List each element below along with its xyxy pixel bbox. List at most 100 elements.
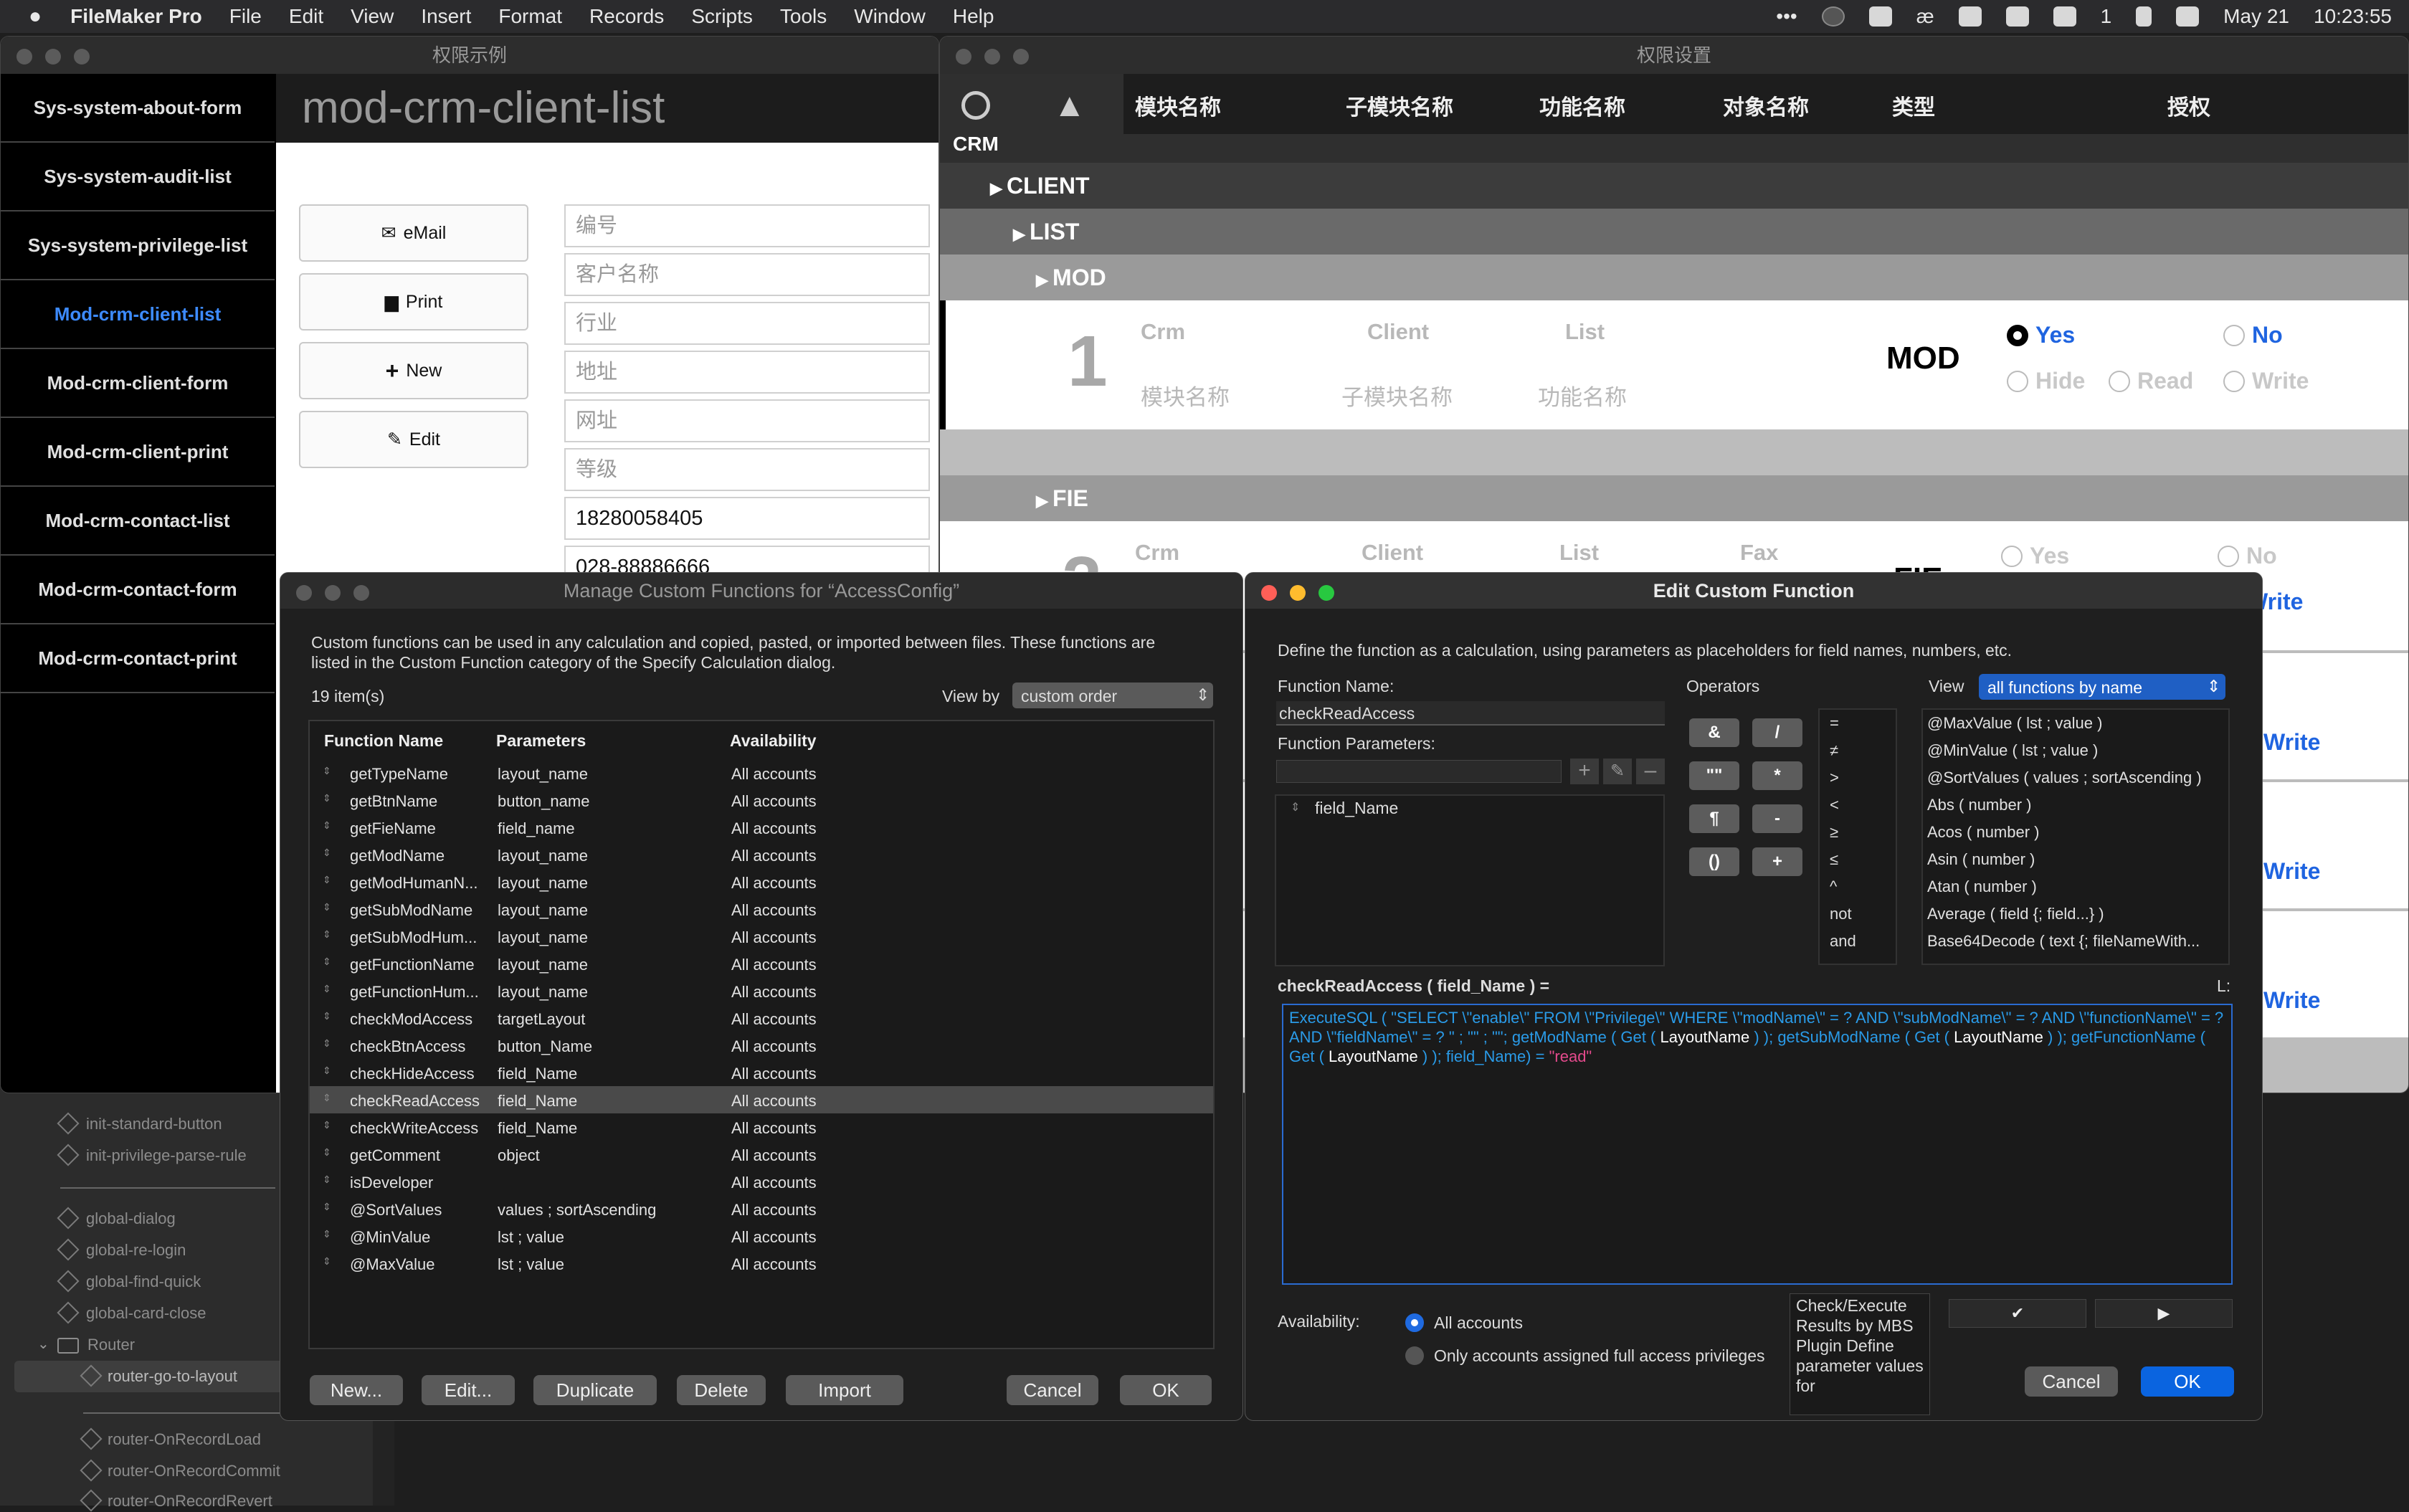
function-row[interactable]: ⇕ getTypeName layout_name All accounts: [310, 759, 1213, 786]
play-button[interactable]: ▶: [2095, 1299, 2233, 1328]
parameter-item[interactable]: field_Name: [1315, 799, 1398, 818]
drag-handle-icon[interactable]: ⇕: [323, 874, 331, 886]
remove-parameter-icon[interactable]: –: [1636, 759, 1665, 784]
catalog-item[interactable]: Atan ( number ): [1927, 878, 2037, 896]
col-function-name[interactable]: Function Name: [324, 731, 443, 751]
menu-file[interactable]: File: [229, 5, 262, 28]
menubar-time[interactable]: 10:23:55: [2314, 5, 2392, 28]
script-item[interactable]: init-standard-button: [86, 1115, 222, 1133]
minimize-button[interactable]: [984, 49, 1000, 65]
close-button[interactable]: [956, 49, 971, 65]
nav-item[interactable]: Mod-crm-client-form: [1, 349, 275, 418]
function-row[interactable]: ⇕ checkHideAccess field_Name All accounts: [310, 1059, 1213, 1086]
import-button[interactable]: Import: [786, 1375, 903, 1405]
minimize-button[interactable]: [45, 49, 61, 65]
field-address[interactable]: 地址: [564, 351, 930, 394]
radio-yes[interactable]: Yes: [2007, 322, 2075, 348]
menu-app[interactable]: FileMaker Pro: [70, 5, 202, 28]
operator-button[interactable]: /: [1752, 718, 1802, 747]
function-row[interactable]: ⇕ getSubModName layout_name All accounts: [310, 895, 1213, 923]
radio-yes[interactable]: Yes: [2001, 543, 2069, 569]
drag-handle-icon[interactable]: ⇕: [323, 1065, 331, 1077]
menu-window[interactable]: Window: [854, 5, 926, 28]
function-row[interactable]: ⇕ @MaxValue lst ; value All accounts: [310, 1250, 1213, 1277]
function-row[interactable]: ⇕ getModName layout_name All accounts: [310, 841, 1213, 868]
cancel-button[interactable]: Cancel: [1007, 1375, 1098, 1405]
bookmark-icon[interactable]: [2136, 6, 2152, 27]
radio-full-access-label[interactable]: Only accounts assigned full access privi…: [1434, 1346, 1765, 1366]
col-module[interactable]: 模块名称: [1135, 90, 1221, 121]
catalog-item[interactable]: Acos ( number ): [1927, 823, 2040, 842]
nav-item[interactable]: Mod-crm-client-print: [1, 418, 275, 487]
radio-read[interactable]: Read: [2109, 368, 2193, 394]
group-list[interactable]: ▶ LIST: [940, 209, 2408, 255]
script-item[interactable]: router-OnRecordCommit: [108, 1462, 280, 1480]
nav-item-selected[interactable]: Mod-crm-client-list: [1, 280, 275, 349]
close-button[interactable]: [296, 585, 312, 601]
field-industry[interactable]: 行业: [564, 302, 930, 345]
nav-item[interactable]: Mod-crm-contact-print: [1, 624, 275, 693]
function-row[interactable]: ⇕ getSubModHum... layout_name All accounts: [310, 923, 1213, 950]
catalog-item[interactable]: Abs ( number ): [1927, 796, 2032, 814]
new-button[interactable]: + New: [299, 342, 528, 399]
field-website[interactable]: 网址: [564, 399, 930, 442]
col-type[interactable]: 类型: [1892, 90, 1935, 121]
ae-icon[interactable]: æ: [1916, 5, 1934, 28]
nav-item[interactable]: Mod-crm-contact-list: [1, 487, 275, 556]
control-center-icon[interactable]: [2176, 6, 2200, 27]
new-function-button[interactable]: New...: [310, 1375, 403, 1405]
catalog-item[interactable]: @MaxValue ( lst ; value ): [1927, 714, 2102, 733]
operator-item[interactable]: ^: [1830, 878, 1837, 896]
function-row[interactable]: ⇕ getBtnName button_name All accounts: [310, 786, 1213, 814]
operator-button[interactable]: +: [1752, 847, 1802, 876]
search-icon[interactable]: [961, 91, 990, 120]
drag-handle-icon[interactable]: ⇕: [323, 956, 331, 968]
function-row[interactable]: ⇕ getFunctionHum... layout_name All account…: [310, 977, 1213, 1004]
group-mod[interactable]: ▶ MOD: [940, 255, 2408, 300]
operator-item[interactable]: <: [1830, 796, 1839, 814]
apple-icon[interactable]: ●: [29, 4, 42, 29]
dialog-titlebar[interactable]: Manage Custom Functions for “AccessConfi…: [280, 573, 1242, 609]
nav-item[interactable]: Sys-system-audit-list: [1, 143, 275, 211]
script-item[interactable]: router-go-to-layout: [108, 1367, 237, 1386]
operator-item[interactable]: ≠: [1830, 741, 1838, 760]
chat-icon[interactable]: [1958, 6, 1982, 27]
col-object[interactable]: 对象名称: [1723, 90, 1809, 121]
function-row[interactable]: ⇕ @MinValue lst ; value All accounts: [310, 1222, 1213, 1250]
warning-icon[interactable]: ▲: [1053, 85, 1086, 124]
drag-handle-icon[interactable]: ⇕: [323, 1037, 331, 1050]
drag-handle-icon[interactable]: ⇕: [323, 792, 331, 804]
drag-handle-icon[interactable]: ⇕: [1291, 800, 1300, 814]
group-fie[interactable]: ▶ FIE: [940, 475, 2408, 521]
function-row[interactable]: ⇕ isDeveloper All accounts: [310, 1168, 1213, 1195]
check-button[interactable]: ✔: [1949, 1299, 2086, 1328]
drag-handle-icon[interactable]: ⇕: [323, 847, 331, 859]
operator-item[interactable]: >: [1830, 769, 1839, 787]
cube-icon[interactable]: [1868, 6, 1892, 27]
function-row[interactable]: ⇕ checkBtnAccess button_Name All accounts: [310, 1032, 1213, 1059]
edit-ok-button[interactable]: OK: [2141, 1366, 2234, 1397]
nav-item[interactable]: Sys-system-privilege-list: [1, 211, 275, 280]
radio-no[interactable]: No: [2223, 322, 2283, 348]
operator-item[interactable]: ≤: [1830, 850, 1838, 869]
menu-scripts[interactable]: Scripts: [691, 5, 753, 28]
function-row[interactable]: ⇕ checkWriteAccess field_Name All accounts: [310, 1113, 1213, 1141]
function-row[interactable]: ⇕ getFunctionName layout_name All accounts: [310, 950, 1213, 977]
drag-handle-icon[interactable]: ⇕: [323, 1119, 331, 1131]
menu-help[interactable]: Help: [953, 5, 994, 28]
radio-hide[interactable]: Hide: [2007, 368, 2085, 394]
script-item[interactable]: global-find-quick: [86, 1273, 201, 1291]
script-item[interactable]: global-card-close: [86, 1304, 206, 1323]
operator-button[interactable]: *: [1752, 761, 1802, 790]
col-grant[interactable]: 授权: [2167, 90, 2210, 121]
function-row[interactable]: ⇕ getModHumanN... layout_name All accounts: [310, 868, 1213, 895]
script-item[interactable]: global-re-login: [86, 1241, 186, 1260]
drag-handle-icon[interactable]: ⇕: [323, 1146, 331, 1159]
field-level[interactable]: 等级: [564, 448, 930, 491]
write-option-label[interactable]: Write: [2263, 729, 2320, 756]
col-function[interactable]: 功能名称: [1539, 90, 1625, 121]
drag-handle-icon[interactable]: ⇕: [323, 983, 331, 995]
drag-handle-icon[interactable]: ⇕: [323, 765, 331, 777]
operator-item[interactable]: not: [1830, 905, 1852, 923]
menu-records[interactable]: Records: [589, 5, 664, 28]
